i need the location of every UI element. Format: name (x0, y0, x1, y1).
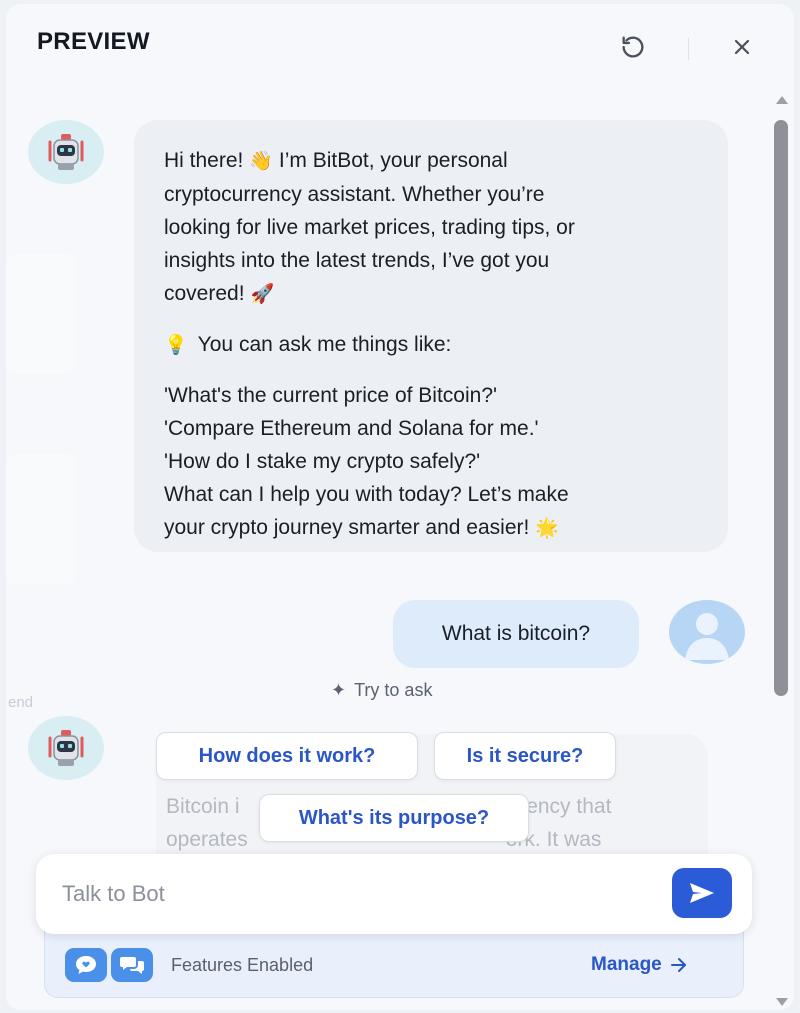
page-title: PREVIEW (37, 28, 150, 55)
background-ghost-text: end (8, 694, 34, 711)
robot-icon (48, 730, 84, 766)
scrollbar-thumb[interactable] (774, 120, 788, 696)
user-avatar (669, 600, 745, 664)
send-icon (690, 883, 714, 903)
chat-scrollbar[interactable] (772, 92, 790, 1010)
waving-hand-emoji: 👋 (249, 151, 274, 172)
background-ghost-card (6, 254, 76, 374)
robot-icon (48, 134, 84, 170)
bot-message-line: your crypto journey smarter and easier! 🌟 (164, 511, 702, 545)
message-input[interactable] (62, 876, 662, 912)
send-button[interactable] (672, 868, 732, 918)
preview-header: PREVIEW (6, 4, 794, 84)
refresh-icon[interactable] (618, 32, 648, 62)
scroll-down-arrow-icon[interactable] (776, 998, 788, 1006)
close-icon[interactable] (727, 32, 757, 62)
bot-avatar (28, 120, 104, 184)
bot-message-line: insights into the latest trends, I’ve go… (164, 249, 550, 272)
bot-avatar (28, 716, 104, 780)
chat-heart-icon (65, 948, 107, 982)
bot-example-question: 'What's the current price of Bitcoin?' (164, 384, 498, 407)
bot-example-question: 'How do I stake my crypto safely?' (164, 450, 481, 473)
bot-message-line: What can I help you with today? Let’s ma… (164, 483, 569, 506)
bot-message-tip: 💡 You can ask me things like: (164, 328, 702, 362)
manage-link[interactable]: Manage (591, 954, 688, 976)
features-enabled-label: Features Enabled (171, 955, 314, 975)
features-enabled-bar: Features Enabled Manage (44, 930, 744, 998)
chat-preview-panel: end PREVIEW Hi there! 👋 I’m BitBot, your… (6, 4, 794, 1010)
arrow-right-icon (670, 958, 686, 972)
suggestion-chip-purpose[interactable]: What's its purpose? (259, 794, 529, 842)
lightbulb-emoji: 💡 (164, 335, 188, 356)
background-ghost-card (6, 454, 76, 584)
bot-message-line: covered! 🚀 (164, 277, 702, 311)
message-composer (36, 854, 752, 934)
sparkle-icon: ✦ (331, 680, 347, 700)
bot-message-bubble: Hi there! 👋 I’m BitBot, your personal cry… (134, 120, 728, 552)
user-message-bubble: What is bitcoin? (393, 600, 639, 668)
try-to-ask-label: ✦ Try to ask (331, 680, 433, 700)
scroll-up-arrow-icon[interactable] (776, 96, 788, 104)
bot-message-line: looking for live market prices, trading … (164, 216, 575, 239)
header-divider (688, 38, 689, 60)
bot-example-question: 'Compare Ethereum and Solana for me.' (164, 417, 539, 440)
bot-message-line: cryptocurrency assistant. Whether you’re (164, 183, 545, 206)
suggestion-chip-is-it-secure[interactable]: Is it secure? (434, 732, 616, 780)
rocket-emoji: 🚀 (250, 284, 275, 305)
bot-message-line: Hi there! 👋 I’m BitBot, your personal (164, 144, 702, 178)
chat-bubbles-icon (111, 948, 153, 982)
user-silhouette-icon (685, 613, 729, 660)
suggestion-chip-how-it-works[interactable]: How does it work? (156, 732, 418, 780)
star-emoji: 🌟 (535, 518, 559, 539)
